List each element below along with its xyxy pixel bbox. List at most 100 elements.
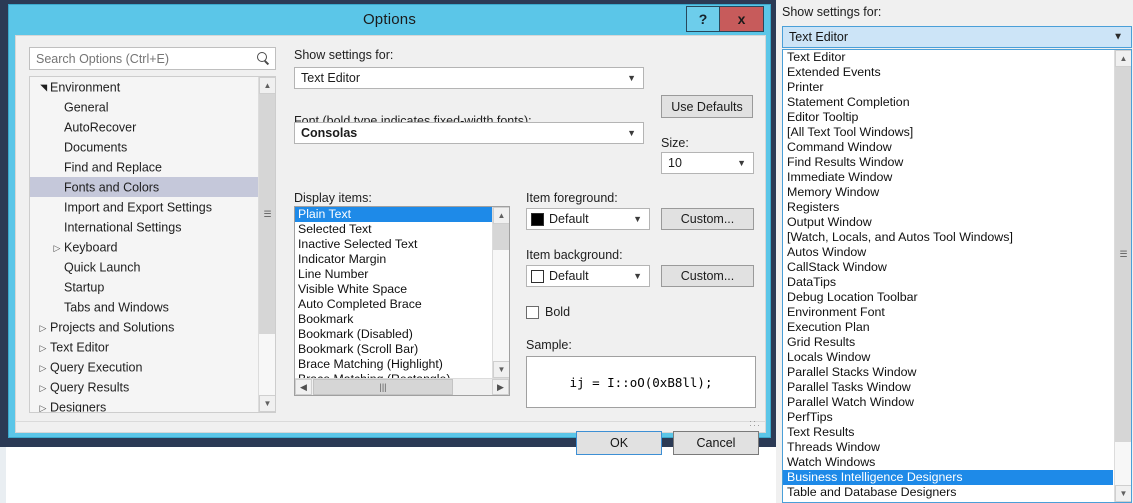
tree-vertical-scrollbar[interactable]: ▲ ☰ ▼ — [258, 77, 275, 412]
tree-item[interactable]: ▷ Projects and Solutions — [30, 317, 258, 337]
dropdown-option[interactable]: Memory Window — [783, 185, 1113, 200]
dropdown-option[interactable]: Watch Windows — [783, 455, 1113, 470]
dropdown-option[interactable]: Business Intelligence Designers — [783, 470, 1113, 485]
display-item-row[interactable]: Bookmark (Disabled) — [295, 327, 492, 342]
ok-button[interactable]: OK — [576, 431, 662, 455]
tree-item[interactable]: ▷ Text Editor — [30, 337, 258, 357]
tree-item[interactable]: Find and Replace — [30, 157, 258, 177]
options-tree[interactable]: ◢ Environment General AutoRecover Documents F… — [29, 76, 276, 413]
bold-checkbox-row[interactable]: Bold — [526, 305, 570, 319]
scroll-down-arrow[interactable]: ▼ — [1115, 485, 1131, 502]
dropdown-option[interactable]: Output Window — [783, 215, 1113, 230]
di-scroll-thumb[interactable] — [493, 224, 509, 250]
dropdown-option[interactable]: Parallel Stacks Window — [783, 365, 1113, 380]
right-scroll-track[interactable]: ☰ — [1115, 67, 1131, 485]
dropdown-option[interactable]: Autos Window — [783, 245, 1113, 260]
dropdown-option[interactable]: Statement Completion — [783, 95, 1113, 110]
right-panel-combo[interactable]: Text Editor ▼ — [782, 26, 1132, 48]
scroll-right-arrow[interactable]: ▶ — [492, 379, 509, 395]
tree-item[interactable]: Startup — [30, 277, 258, 297]
tree-item[interactable]: ◢ Environment — [30, 77, 258, 97]
display-item-row[interactable]: Selected Text — [295, 222, 492, 237]
tree-scroll-thumb[interactable]: ☰ — [259, 94, 275, 334]
twisty-expanded-icon[interactable]: ◢ — [33, 81, 53, 95]
dropdown-option[interactable]: [Watch, Locals, and Autos Tool Windows] — [783, 230, 1113, 245]
tree-item[interactable]: International Settings — [30, 217, 258, 237]
dropdown-option[interactable]: [All Text Tool Windows] — [783, 125, 1113, 140]
dropdown-option[interactable]: Text Results — [783, 425, 1113, 440]
tree-scroll-track[interactable]: ☰ — [259, 94, 275, 395]
right-scroll-thumb[interactable]: ☰ — [1115, 67, 1131, 442]
dropdown-option[interactable]: Threads Window — [783, 440, 1113, 455]
twisty-collapsed-icon[interactable]: ▷ — [50, 238, 64, 258]
tree-item[interactable]: Quick Launch — [30, 257, 258, 277]
scroll-left-arrow[interactable]: ◀ — [295, 379, 312, 395]
show-settings-for-combo[interactable]: Text Editor ▼ — [294, 67, 644, 89]
tree-item[interactable]: Fonts and Colors — [30, 177, 258, 197]
display-item-row[interactable]: Line Number — [295, 267, 492, 282]
tree-item[interactable]: Tabs and Windows — [30, 297, 258, 317]
display-items-horizontal-scrollbar[interactable]: ◀ ||| ▶ — [295, 378, 509, 395]
use-defaults-button[interactable]: Use Defaults — [661, 95, 753, 118]
dropdown-option[interactable]: Parallel Tasks Window — [783, 380, 1113, 395]
right-panel-vertical-scrollbar[interactable]: ▲ ☰ ▼ — [1114, 50, 1131, 502]
search-options-box[interactable] — [29, 47, 276, 70]
dropdown-option[interactable]: PerfTips — [783, 410, 1113, 425]
dropdown-option[interactable]: Editor Tooltip — [783, 110, 1113, 125]
search-input[interactable] — [34, 50, 256, 67]
display-item-row[interactable]: Bookmark — [295, 312, 492, 327]
tree-item[interactable]: Documents — [30, 137, 258, 157]
resize-grip-icon[interactable]: ․․ ․․․ — [749, 415, 761, 429]
display-item-row[interactable]: Auto Completed Brace — [295, 297, 492, 312]
foreground-custom-button[interactable]: Custom... — [661, 208, 754, 230]
background-custom-button[interactable]: Custom... — [661, 265, 754, 287]
display-item-row[interactable]: Indicator Margin — [295, 252, 492, 267]
dropdown-option[interactable]: Registers — [783, 200, 1113, 215]
scroll-down-arrow[interactable]: ▼ — [493, 361, 509, 378]
dropdown-option[interactable]: Grid Results — [783, 335, 1113, 350]
dropdown-option[interactable]: Parallel Watch Window — [783, 395, 1113, 410]
twisty-collapsed-icon[interactable]: ▷ — [36, 358, 50, 378]
scroll-up-arrow[interactable]: ▲ — [493, 207, 509, 224]
display-item-row[interactable]: Bookmark (Scroll Bar) — [295, 342, 492, 357]
font-combo[interactable]: Consolas ▼ — [294, 122, 644, 144]
dropdown-option[interactable]: Command Window — [783, 140, 1113, 155]
dropdown-option[interactable]: Immediate Window — [783, 170, 1113, 185]
dropdown-option[interactable]: Text Editor — [783, 50, 1113, 65]
dropdown-option[interactable]: Execution Plan — [783, 320, 1113, 335]
right-panel-listbox[interactable]: Text Editor Extended Events Printer Stateme… — [782, 49, 1132, 503]
display-item-row[interactable]: Plain Text — [295, 207, 492, 222]
tree-item[interactable]: General — [30, 97, 258, 117]
tree-item[interactable]: Import and Export Settings — [30, 197, 258, 217]
scroll-up-arrow[interactable]: ▲ — [259, 77, 275, 94]
dropdown-option[interactable]: Table and Database Designers — [783, 485, 1113, 500]
tree-item[interactable]: ▷ Query Execution — [30, 357, 258, 377]
tree-item[interactable]: AutoRecover — [30, 117, 258, 137]
help-button[interactable]: ? — [686, 6, 720, 32]
display-item-row[interactable]: Inactive Selected Text — [295, 237, 492, 252]
display-items-vertical-scrollbar[interactable]: ▲ ▼ — [492, 207, 509, 378]
scroll-up-arrow[interactable]: ▲ — [1115, 50, 1131, 67]
close-button[interactable]: x — [720, 6, 764, 32]
dropdown-option[interactable]: CallStack Window — [783, 260, 1113, 275]
tree-item[interactable]: ▷ Keyboard — [30, 237, 258, 257]
hscroll-thumb[interactable]: ||| — [313, 379, 453, 395]
twisty-collapsed-icon[interactable]: ▷ — [36, 398, 50, 412]
dropdown-option[interactable]: Environment Font — [783, 305, 1113, 320]
dropdown-option[interactable]: Find Results Window — [783, 155, 1113, 170]
display-item-row[interactable]: Brace Matching (Highlight) — [295, 357, 492, 372]
display-item-row[interactable]: Visible White Space — [295, 282, 492, 297]
dropdown-option[interactable]: Debug Location Toolbar — [783, 290, 1113, 305]
dropdown-option[interactable]: DataTips — [783, 275, 1113, 290]
bold-checkbox[interactable] — [526, 305, 539, 319]
item-background-combo[interactable]: Default ▼ — [526, 265, 650, 287]
tree-item[interactable]: ▷ Query Results — [30, 377, 258, 397]
scroll-down-arrow[interactable]: ▼ — [259, 395, 275, 412]
tree-item[interactable]: ▷ Designers — [30, 397, 258, 412]
dropdown-option[interactable]: Extended Events — [783, 65, 1113, 80]
size-combo[interactable]: 10 ▼ — [661, 152, 754, 174]
display-items-listbox[interactable]: Plain Text Selected Text Inactive Selected… — [294, 206, 510, 396]
twisty-collapsed-icon[interactable]: ▷ — [36, 318, 50, 338]
di-scroll-track[interactable] — [493, 224, 509, 361]
twisty-collapsed-icon[interactable]: ▷ — [36, 378, 50, 398]
